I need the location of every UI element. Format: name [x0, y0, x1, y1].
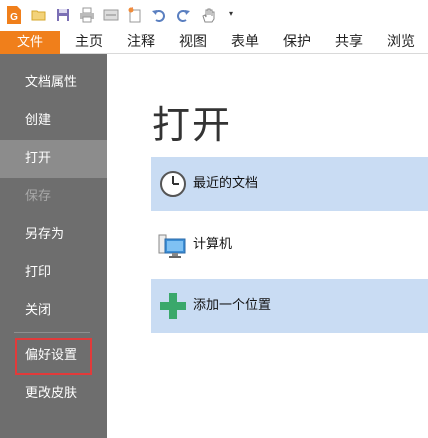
sidebar-item-save-as[interactable]: 另存为	[0, 216, 107, 254]
open-folder-icon[interactable]	[31, 7, 47, 23]
clock-icon	[160, 171, 186, 197]
sidebar-item-save: 保存	[25, 189, 52, 204]
sidebar-item-change-skin[interactable]: 更改皮肤	[0, 375, 107, 413]
quick-access-toolbar: G ▾	[0, 0, 428, 32]
option-computer[interactable]: 计算机	[151, 218, 428, 272]
dropdown-arrow-icon[interactable]: ▾	[229, 9, 233, 18]
sidebar-item-document-properties[interactable]: 文档属性	[0, 64, 107, 102]
redo-icon[interactable]	[175, 7, 191, 23]
hand-tool-icon[interactable]	[200, 7, 218, 23]
ribbon-tab-bar: 文件 主页 注释 视图 表单 保护 共享 浏览	[0, 31, 428, 54]
option-label: 添加一个位置	[193, 298, 272, 313]
tab-view[interactable]: 视图	[179, 31, 207, 54]
sidebar-item-open[interactable]: 打开	[0, 140, 107, 178]
app-logo-icon[interactable]: G	[5, 5, 23, 25]
plus-icon	[160, 293, 186, 319]
backstage-main: 打开 最近的文档 计算机 添加一个位置	[107, 54, 428, 438]
tab-form[interactable]: 表单	[231, 31, 259, 54]
highlight-box	[15, 338, 92, 375]
new-icon[interactable]	[127, 7, 143, 23]
scan-icon[interactable]	[103, 7, 119, 23]
option-label: 最近的文档	[193, 176, 259, 191]
sidebar-item-close[interactable]: 关闭	[0, 292, 107, 330]
sidebar-item-print[interactable]: 打印	[0, 254, 107, 292]
sidebar-item-create[interactable]: 创建	[0, 102, 107, 140]
sidebar-divider	[14, 332, 90, 333]
save-icon[interactable]	[55, 7, 71, 23]
tab-share[interactable]: 共享	[335, 31, 363, 54]
tab-file[interactable]: 文件	[0, 31, 60, 54]
option-label: 计算机	[193, 237, 233, 252]
undo-icon[interactable]	[151, 7, 167, 23]
option-recent-documents[interactable]: 最近的文档	[151, 157, 428, 211]
page-title: 打开	[152, 103, 233, 147]
tab-home[interactable]: 主页	[75, 31, 103, 54]
tab-comment[interactable]: 注释	[127, 31, 155, 54]
tab-protect[interactable]: 保护	[283, 31, 311, 54]
option-add-location[interactable]: 添加一个位置	[151, 279, 428, 333]
svg-text:G: G	[10, 12, 18, 23]
tab-browse[interactable]: 浏览	[387, 31, 415, 54]
print-icon[interactable]	[79, 7, 95, 23]
computer-icon	[158, 234, 186, 258]
backstage-sidebar: 文档属性 创建 打开 保存 另存为 打印 关闭 偏好设置 更改皮肤	[0, 54, 107, 438]
